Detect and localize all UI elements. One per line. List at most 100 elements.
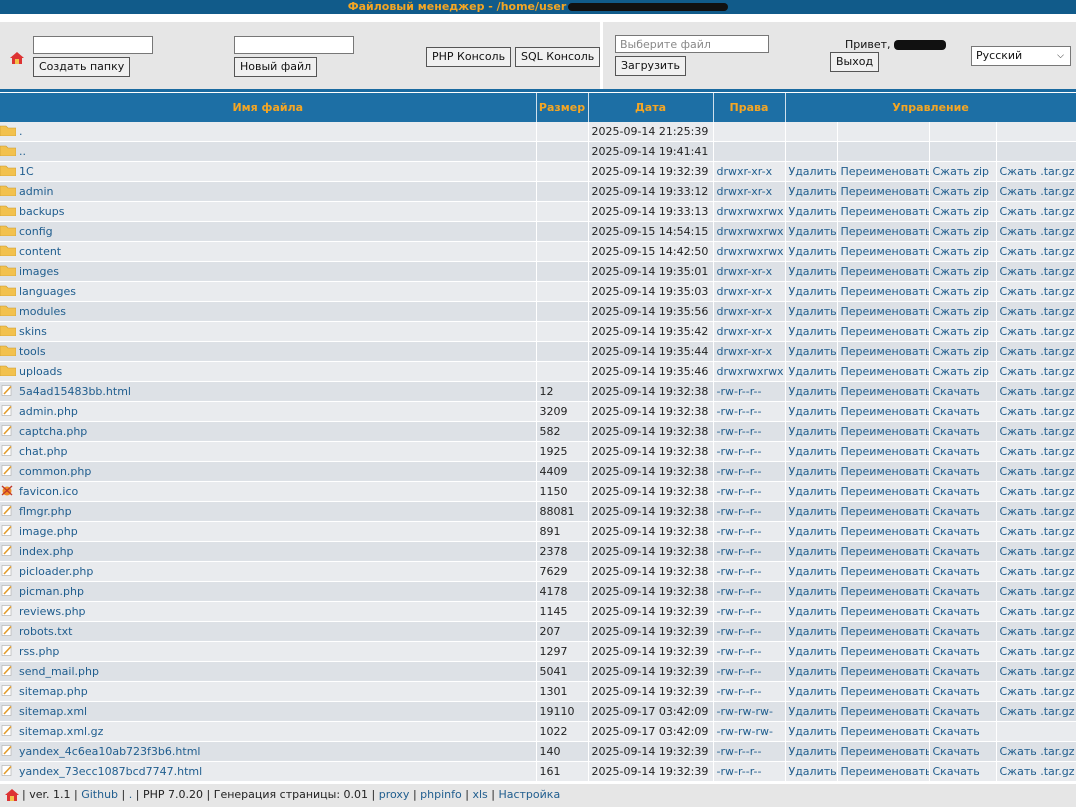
rename-link[interactable]: Переименовать [841, 645, 929, 658]
home-icon[interactable] [10, 52, 24, 64]
targz-link[interactable]: Сжать .tar.gz [1000, 285, 1075, 298]
targz-link[interactable]: Сжать .tar.gz [1000, 325, 1075, 338]
targz-link[interactable]: Сжать .tar.gz [1000, 345, 1075, 358]
footer-dot-link[interactable]: . [129, 788, 133, 801]
file-name-link[interactable]: image.php [19, 525, 78, 538]
file-name-link[interactable]: picloader.php [19, 565, 93, 578]
zip-or-download-link[interactable]: Скачать [933, 405, 980, 418]
targz-link[interactable]: Сжать .tar.gz [1000, 605, 1075, 618]
permissions-link[interactable]: drwxr-xr-x [717, 265, 773, 278]
targz-link[interactable]: Сжать .tar.gz [1000, 585, 1075, 598]
file-name-input[interactable] [234, 36, 354, 54]
zip-or-download-link[interactable]: Скачать [933, 545, 980, 558]
targz-link[interactable]: Сжать .tar.gz [1000, 185, 1075, 198]
file-name-link[interactable]: 5a4ad15483bb.html [19, 385, 131, 398]
delete-link[interactable]: Удалить [789, 205, 837, 218]
permissions-link[interactable]: -rw-r--r-- [717, 625, 762, 638]
rename-link[interactable]: Переименовать [841, 565, 929, 578]
file-name-link[interactable]: reviews.php [19, 605, 86, 618]
rename-link[interactable]: Переименовать [841, 525, 929, 538]
language-select[interactable]: Русский ⌵ [971, 46, 1071, 66]
zip-or-download-link[interactable]: Скачать [933, 525, 980, 538]
delete-link[interactable]: Удалить [789, 565, 837, 578]
zip-or-download-link[interactable]: Скачать [933, 645, 980, 658]
file-name-link[interactable]: content [19, 245, 61, 258]
zip-or-download-link[interactable]: Скачать [933, 625, 980, 638]
permissions-link[interactable]: -rw-r--r-- [717, 665, 762, 678]
footer-github-link[interactable]: Github [81, 788, 118, 801]
permissions-link[interactable]: -rw-r--r-- [717, 445, 762, 458]
zip-or-download-link[interactable]: Сжать zip [933, 285, 990, 298]
targz-link[interactable]: Сжать .tar.gz [1000, 545, 1075, 558]
file-name-link[interactable]: common.php [19, 465, 91, 478]
targz-link[interactable]: Сжать .tar.gz [1000, 165, 1075, 178]
delete-link[interactable]: Удалить [789, 385, 837, 398]
targz-link[interactable]: Сжать .tar.gz [1000, 505, 1075, 518]
rename-link[interactable]: Переименовать [841, 665, 929, 678]
targz-link[interactable]: Сжать .tar.gz [1000, 765, 1075, 778]
zip-or-download-link[interactable]: Скачать [933, 745, 980, 758]
targz-link[interactable]: Сжать .tar.gz [1000, 265, 1075, 278]
rename-link[interactable]: Переименовать [841, 505, 929, 518]
delete-link[interactable]: Удалить [789, 465, 837, 478]
permissions-link[interactable]: -rw-r--r-- [717, 485, 762, 498]
zip-or-download-link[interactable]: Скачать [933, 385, 980, 398]
delete-link[interactable]: Удалить [789, 525, 837, 538]
delete-link[interactable]: Удалить [789, 725, 837, 738]
rename-link[interactable]: Переименовать [841, 385, 929, 398]
permissions-link[interactable]: drwxr-xr-x [717, 185, 773, 198]
zip-or-download-link[interactable]: Скачать [933, 585, 980, 598]
zip-or-download-link[interactable]: Сжать zip [933, 225, 990, 238]
targz-link[interactable]: Сжать .tar.gz [1000, 385, 1075, 398]
file-name-link[interactable]: .. [19, 145, 26, 158]
file-name-link[interactable]: flmgr.php [19, 505, 72, 518]
permissions-link[interactable]: -rw-r--r-- [717, 505, 762, 518]
targz-link[interactable]: Сжать .tar.gz [1000, 445, 1075, 458]
permissions-link[interactable]: -rw-r--r-- [717, 545, 762, 558]
targz-link[interactable]: Сжать .tar.gz [1000, 665, 1075, 678]
zip-or-download-link[interactable]: Скачать [933, 505, 980, 518]
sql-console-button[interactable]: SQL Консоль [515, 47, 601, 67]
rename-link[interactable]: Переименовать [841, 585, 929, 598]
targz-link[interactable]: Сжать .tar.gz [1000, 305, 1075, 318]
rename-link[interactable]: Переименовать [841, 165, 929, 178]
permissions-link[interactable]: drwxr-xr-x [717, 305, 773, 318]
delete-link[interactable]: Удалить [789, 685, 837, 698]
delete-link[interactable]: Удалить [789, 645, 837, 658]
delete-link[interactable]: Удалить [789, 265, 837, 278]
home-icon[interactable] [5, 789, 19, 801]
create-folder-button[interactable]: Создать папку [33, 57, 131, 77]
file-name-link[interactable]: index.php [19, 545, 74, 558]
rename-link[interactable]: Переименовать [841, 745, 929, 758]
footer-phpinfo-link[interactable]: phpinfo [420, 788, 462, 801]
targz-link[interactable]: Сжать .tar.gz [1000, 705, 1075, 718]
file-name-link[interactable]: yandex_4c6ea10ab723f3b6.html [19, 745, 200, 758]
targz-link[interactable]: Сжать .tar.gz [1000, 465, 1075, 478]
delete-link[interactable]: Удалить [789, 325, 837, 338]
rename-link[interactable]: Переименовать [841, 485, 929, 498]
file-name-link[interactable]: images [19, 265, 59, 278]
php-console-button[interactable]: PHP Консоль [426, 47, 512, 67]
file-name-link[interactable]: admin [19, 185, 53, 198]
rename-link[interactable]: Переименовать [841, 285, 929, 298]
rename-link[interactable]: Переименовать [841, 705, 929, 718]
file-name-link[interactable]: 1C [19, 165, 34, 178]
targz-link[interactable]: Сжать .tar.gz [1000, 245, 1075, 258]
file-name-link[interactable]: tools [19, 345, 46, 358]
targz-link[interactable]: Сжать .tar.gz [1000, 365, 1075, 378]
file-name-link[interactable]: sitemap.xml.gz [19, 725, 103, 738]
permissions-link[interactable]: -rw-r--r-- [717, 745, 762, 758]
file-name-link[interactable]: backups [19, 205, 65, 218]
targz-link[interactable]: Сжать .tar.gz [1000, 205, 1075, 218]
targz-link[interactable]: Сжать .tar.gz [1000, 685, 1075, 698]
zip-or-download-link[interactable]: Скачать [933, 705, 980, 718]
footer-proxy-link[interactable]: proxy [379, 788, 410, 801]
rename-link[interactable]: Переименовать [841, 545, 929, 558]
rename-link[interactable]: Переименовать [841, 725, 929, 738]
file-name-link[interactable]: yandex_73ecc1087bcd7747.html [19, 765, 202, 778]
permissions-link[interactable]: -rw-rw-rw- [717, 725, 773, 738]
logout-button[interactable]: Выход [830, 52, 880, 72]
targz-link[interactable]: Сжать .tar.gz [1000, 405, 1075, 418]
rename-link[interactable]: Переименовать [841, 365, 929, 378]
zip-or-download-link[interactable]: Скачать [933, 445, 980, 458]
